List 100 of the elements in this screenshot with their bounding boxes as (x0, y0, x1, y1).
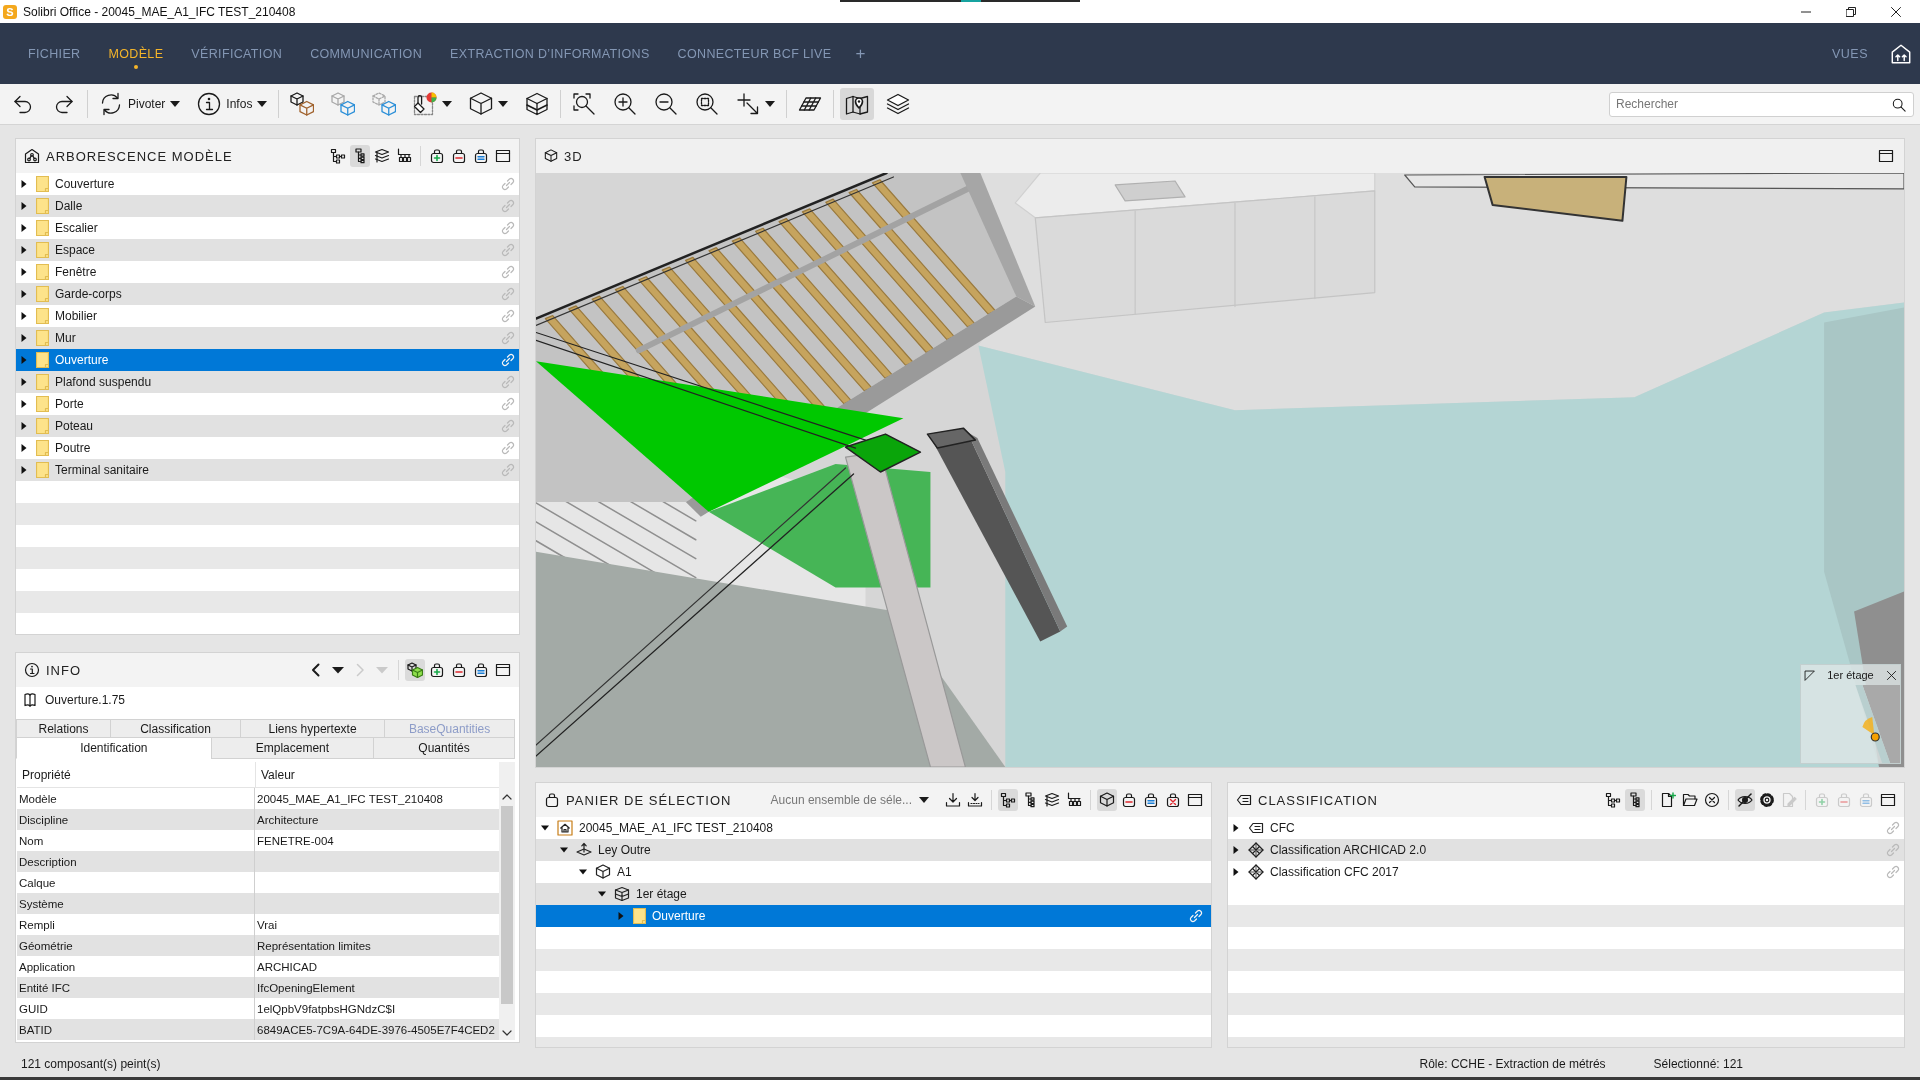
caret-right-icon[interactable] (1232, 846, 1240, 854)
caret-down-icon[interactable] (541, 824, 549, 832)
info-tab[interactable]: Classification (110, 719, 241, 737)
tree-item[interactable]: Ouverture (16, 349, 519, 371)
tree-item[interactable]: Classification CFC 2017 (1228, 861, 1904, 883)
faded-cube-pair-icon (331, 92, 356, 116)
link-icon (1189, 909, 1203, 923)
zoom-out-icon (654, 92, 679, 116)
tree-item[interactable]: Couverture (16, 173, 519, 195)
caret-right-icon[interactable] (20, 202, 28, 210)
search-field[interactable]: Rechercher (1609, 91, 1914, 117)
tree-item[interactable]: Garde-corps (16, 283, 519, 305)
caret-right-icon[interactable] (20, 378, 28, 386)
search-icon[interactable] (1892, 97, 1906, 112)
tree-item[interactable]: Plafond suspendu (16, 371, 519, 393)
caret-right-icon[interactable] (20, 334, 28, 342)
info-button[interactable]: Infos (192, 88, 273, 120)
tree-item[interactable]: Escalier (16, 217, 519, 239)
corner-triangle-icon[interactable] (1804, 669, 1815, 681)
caret-right-icon[interactable] (20, 400, 28, 408)
value-cell: 6849ACE5-7C9A-64DE-3976-4505E7F4CED2 (255, 1019, 499, 1040)
menu-tab[interactable]: MODÈLE (94, 23, 178, 84)
chevron-up-icon[interactable] (502, 794, 512, 800)
caret-down-icon[interactable] (579, 868, 587, 876)
eye-crossed-button[interactable] (1735, 789, 1755, 811)
basket-equal-icon (1143, 792, 1159, 808)
tree-list-button[interactable] (1625, 789, 1645, 811)
info-tab[interactable]: Emplacement (210, 737, 375, 759)
tree-item[interactable]: 20045_MAE_A1_IFC TEST_210408 (536, 817, 1211, 839)
minimap-panel[interactable]: 1er étage (1800, 664, 1901, 764)
tree-item[interactable]: Classification ARCHICAD 2.0 (1228, 839, 1904, 861)
menu-tab[interactable]: VÉRIFICATION (177, 23, 297, 84)
info-icon (24, 662, 40, 678)
tree-item[interactable]: Porte (16, 393, 519, 415)
caret-right-icon[interactable] (20, 246, 28, 254)
download-dotted-icon (967, 792, 983, 808)
caret-down-icon (498, 101, 509, 107)
selected-dot-icon (133, 65, 138, 69)
rotate-button[interactable]: Pivoter (94, 88, 186, 120)
panel-title: CLASSIFICATION (1258, 792, 1378, 808)
tree-list-button[interactable] (350, 145, 370, 167)
tree-item[interactable]: A1 (536, 861, 1211, 883)
tree-item[interactable]: Mur (16, 327, 519, 349)
house-icon (557, 820, 573, 836)
tree-item[interactable]: Ley Outre (536, 839, 1211, 861)
tree-item[interactable]: Poutre (16, 437, 519, 459)
menu-tab[interactable]: EXTRACTION D’INFORMATIONS (436, 23, 664, 84)
menu-tab[interactable]: COMMUNICATION (296, 23, 437, 84)
link-icon (501, 221, 515, 235)
cube-button[interactable] (1097, 789, 1117, 811)
caret-right-icon[interactable] (20, 268, 28, 276)
caret-right-icon[interactable] (1232, 824, 1240, 832)
menu-tab[interactable]: CONNECTEUR BCF LIVE (663, 23, 846, 84)
value-cell-text: 20045_MAE_A1_IFC TEST_210408 (256, 791, 444, 807)
info-tab[interactable]: Relations (16, 719, 112, 737)
caret-right-icon[interactable] (20, 224, 28, 232)
vertical-scrollbar[interactable] (499, 762, 515, 1040)
branch-tree-icon (396, 148, 412, 164)
map-pin-button[interactable] (840, 88, 875, 120)
caret-right-icon[interactable] (20, 422, 28, 430)
cube-icon (469, 92, 494, 116)
link-icon (501, 243, 515, 257)
info-tab[interactable]: Liens hypertexte (239, 719, 386, 737)
caret-right-icon[interactable] (20, 312, 28, 320)
link-icon (501, 441, 515, 455)
panel-title: INFO (46, 662, 82, 678)
tree-item[interactable]: CFC (1228, 817, 1904, 839)
scrollbar-thumb[interactable] (501, 806, 513, 1004)
link-icon (501, 353, 515, 367)
caret-down-icon (765, 101, 776, 107)
basket-add-icon (429, 662, 445, 678)
caret-right-icon[interactable] (20, 290, 28, 298)
caret-right-icon[interactable] (20, 180, 28, 188)
menu-tab[interactable]: FICHIER (14, 23, 95, 84)
info-tab[interactable]: Quantités (373, 737, 515, 759)
cube-pair-button[interactable] (405, 659, 425, 681)
tree-item[interactable]: Mobilier (16, 305, 519, 327)
link-icon (501, 419, 515, 433)
close-icon[interactable] (1886, 669, 1897, 681)
caret-right-icon[interactable] (1232, 868, 1240, 876)
info-tab[interactable]: Identification (16, 737, 212, 759)
add-tab-button[interactable]: + (849, 38, 872, 69)
caret-down-icon[interactable] (598, 890, 606, 898)
selection-set-dropdown[interactable]: Aucun ensemble de séle... (766, 788, 933, 812)
tree-item[interactable]: 1er étage (536, 883, 1211, 905)
chevron-down-icon[interactable] (502, 1030, 512, 1036)
hierarchy-button[interactable] (998, 789, 1018, 811)
views-menu[interactable]: VUES (1825, 38, 1874, 69)
caret-down-icon[interactable] (560, 846, 568, 854)
tree-item[interactable]: Poteau (16, 415, 519, 437)
status-text: 121 composant(s) peint(s) (21, 1056, 161, 1071)
caret-right-icon[interactable] (20, 466, 28, 474)
window-title: Solibri Office - 20045_MAE_A1_IFC TEST_210408 (23, 4, 296, 19)
tree-item[interactable]: Terminal sanitaire (16, 459, 519, 481)
tree-item[interactable]: Espace (16, 239, 519, 261)
folder-icon (36, 220, 49, 236)
tree-item[interactable]: Fenêtre (16, 261, 519, 283)
tree-item[interactable]: Ouverture (536, 905, 1211, 927)
tree-item[interactable]: Dalle (16, 195, 519, 217)
caret-right-icon[interactable] (20, 444, 28, 452)
